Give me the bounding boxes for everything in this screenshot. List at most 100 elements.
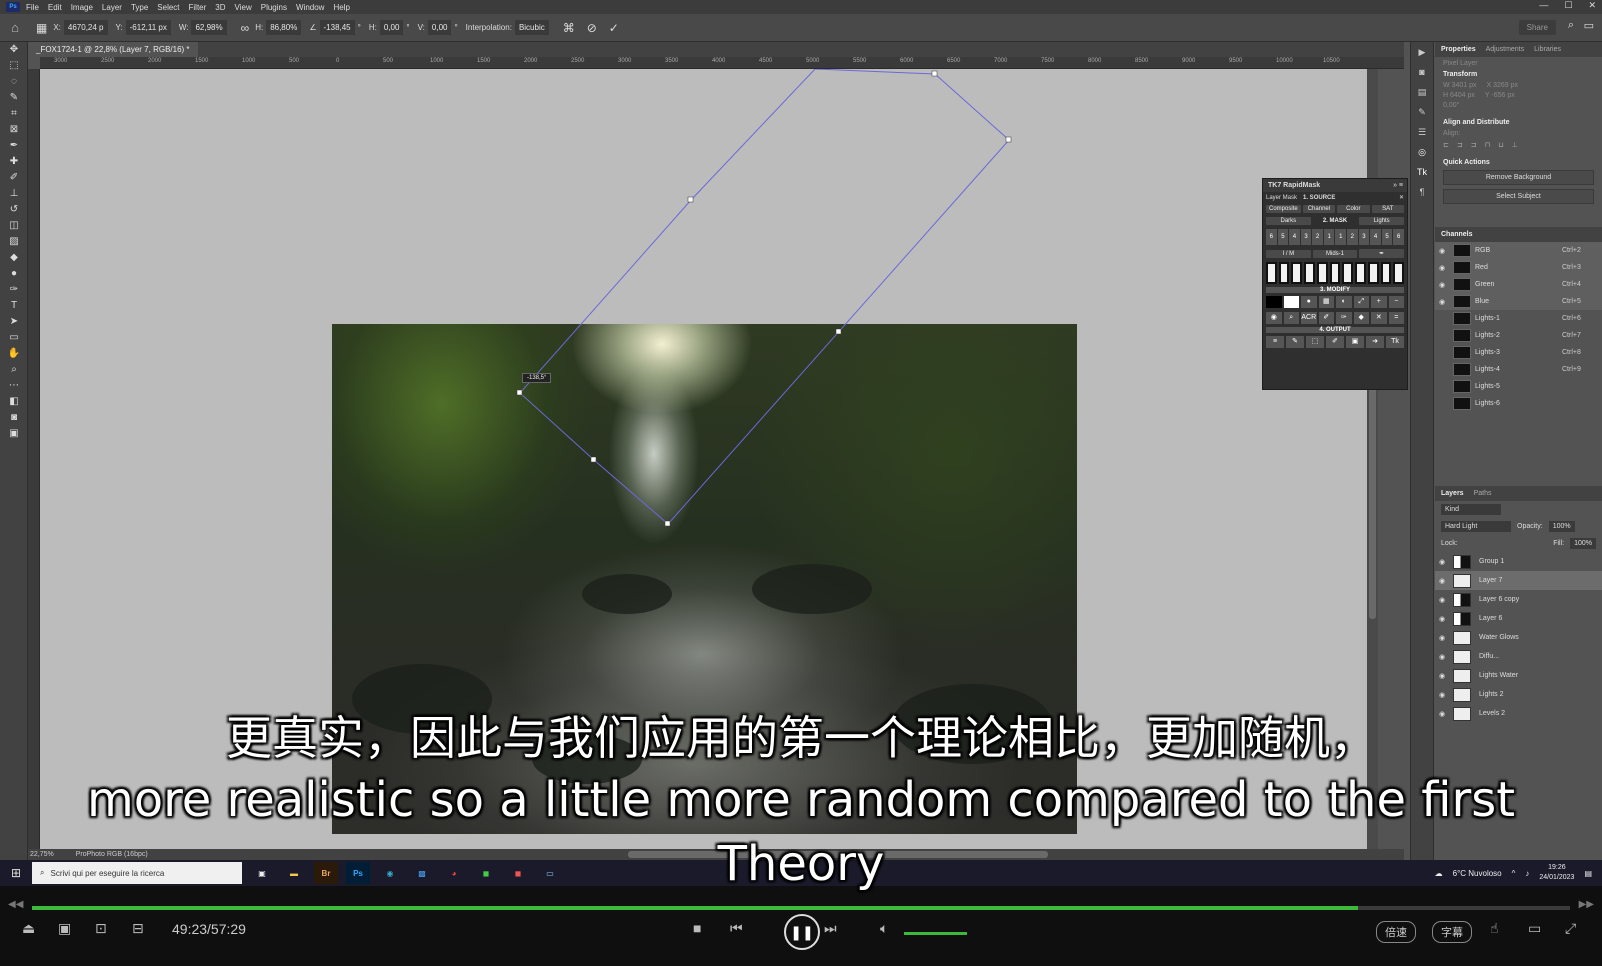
layer-row[interactable]: ◉ Levels 2 — [1435, 704, 1602, 723]
prop-angle[interactable]: 0,00° — [1443, 102, 1594, 109]
link-icon[interactable]: ∞ — [241, 21, 250, 35]
volume-slider[interactable] — [904, 932, 967, 935]
opacity-input[interactable]: 100% — [1548, 521, 1575, 532]
mask-key[interactable] — [1329, 262, 1341, 284]
prop-x[interactable]: X 3269 px — [1486, 82, 1518, 89]
align-bottom-icon[interactable]: ⊥ — [1512, 141, 1518, 149]
paint-icon[interactable]: ✐ — [1326, 336, 1344, 348]
stop-icon[interactable]: ■ — [693, 920, 701, 936]
channel-row[interactable]: Lights-1 Ctrl+6 — [1435, 310, 1602, 327]
tab-layers[interactable]: Layers — [1441, 486, 1464, 501]
dodge-tool-icon[interactable]: ● — [0, 266, 28, 282]
brush-settings-icon[interactable]: ✎ — [1411, 102, 1433, 122]
channel-row[interactable]: Lights-2 Ctrl+7 — [1435, 327, 1602, 344]
lum-cell[interactable]: 4 — [1289, 229, 1300, 245]
plugin-icon[interactable]: ◎ — [1411, 142, 1433, 162]
channel-row[interactable]: ◉ RGB Ctrl+2 — [1435, 242, 1602, 259]
blur-tool-icon[interactable]: ◆ — [0, 250, 28, 266]
mask-key[interactable] — [1393, 262, 1405, 284]
tab-properties[interactable]: Properties — [1441, 42, 1476, 57]
plus-icon[interactable]: + — [1371, 296, 1387, 308]
transform-handle[interactable] — [931, 70, 938, 77]
document-tab[interactable]: _FOX1724-1 @ 22,8% (Layer 7, RGB/16) * — [28, 42, 198, 57]
align-top-icon[interactable]: ⊓ — [1485, 141, 1490, 149]
volume-icon[interactable]: ♪ — [1525, 869, 1529, 878]
y-input[interactable]: -612,11 px — [125, 20, 171, 35]
photoshop-app-icon[interactable]: Ps — [346, 862, 370, 884]
black-swatch-icon[interactable] — [1266, 296, 1282, 308]
screen-app-icon[interactable]: ▭ — [538, 862, 562, 884]
align-right-icon[interactable]: ⊐ — [1471, 141, 1477, 149]
panel-menu-icon[interactable]: » ≡ — [1393, 179, 1403, 192]
align-heading[interactable]: Align and Distribute — [1443, 119, 1594, 126]
mask-key[interactable] — [1304, 262, 1315, 284]
mask-key[interactable] — [1316, 262, 1328, 284]
menu-plugins[interactable]: Plugins — [261, 3, 287, 12]
fill-input[interactable]: 100% — [1570, 538, 1596, 549]
layer-row[interactable]: ◉ Layer 6 copy — [1435, 590, 1602, 609]
lum-cell[interactable]: 2 — [1347, 229, 1358, 245]
layer-row[interactable]: ◉ Water Glows — [1435, 628, 1602, 647]
next-icon[interactable]: ⏭ — [824, 920, 837, 937]
stamp-tool-icon[interactable]: ⊥ — [0, 186, 28, 202]
visibility-eye-icon[interactable]: ◉ — [1439, 653, 1451, 661]
zoom-icon[interactable]: ⌕ — [1283, 312, 1299, 324]
search-icon[interactable]: ⌕ — [1568, 19, 1574, 32]
mids-button[interactable]: Mids-1 — [1312, 249, 1358, 258]
move-tool-icon[interactable]: ✥ — [0, 42, 28, 58]
x-input[interactable]: 4670,24 p — [63, 20, 108, 35]
visibility-eye-icon[interactable]: ◉ — [1439, 672, 1451, 680]
menu-view[interactable]: View — [235, 3, 252, 12]
darks-button[interactable]: Darks — [1266, 217, 1311, 225]
lum-cell[interactable]: 3 — [1358, 229, 1370, 245]
layer-filter-select[interactable]: Kind — [1441, 504, 1501, 515]
crop-tool-icon[interactable]: ⌗ — [0, 106, 28, 122]
screenshot-icon[interactable]: ⊡ — [95, 920, 107, 937]
windows-start-icon[interactable]: ⊞ — [0, 866, 32, 880]
quick-select-tool-icon[interactable]: ✎ — [0, 90, 28, 106]
menu-file[interactable]: File — [26, 3, 39, 12]
home-icon[interactable]: ⌂ — [0, 20, 30, 35]
quick-actions-heading[interactable]: Quick Actions — [1443, 159, 1594, 166]
layer-row[interactable]: ◉ Layer 7 — [1435, 571, 1602, 590]
type-tool-icon[interactable]: T — [0, 298, 28, 314]
hskew-input[interactable]: 0,00 — [379, 20, 404, 35]
interpolation-select[interactable]: Bicubic — [514, 20, 549, 35]
transform-heading[interactable]: Transform — [1443, 71, 1594, 78]
prop-y[interactable]: Y -656 px — [1485, 92, 1515, 99]
task-view-icon[interactable]: ▣ — [250, 862, 274, 884]
transform-handle[interactable] — [687, 196, 694, 203]
hand-tool-icon[interactable]: ✋ — [0, 346, 28, 362]
vskew-input[interactable]: 0,00 — [427, 20, 452, 35]
white-swatch-icon[interactable] — [1283, 296, 1299, 308]
speed-button[interactable]: 倍速 — [1376, 921, 1416, 943]
lum-cell[interactable]: 6 — [1266, 229, 1277, 245]
tk-logo-icon[interactable]: Tk — [1386, 336, 1404, 348]
visibility-eye-icon[interactable]: ◉ — [1439, 558, 1451, 566]
channel-row[interactable]: Lights-5 — [1435, 378, 1602, 395]
minus-icon[interactable]: − — [1388, 296, 1404, 308]
close-icon[interactable]: ✕ — [1399, 194, 1404, 201]
visibility-eye-icon[interactable]: ◉ — [1439, 634, 1451, 642]
mask-key[interactable] — [1342, 262, 1354, 284]
pen-tool-icon[interactable]: ✑ — [0, 282, 28, 298]
x-icon[interactable]: ✕ — [1371, 312, 1387, 324]
clock[interactable]: 19:26 24/01/2023 — [1539, 863, 1574, 883]
quick-mask-icon[interactable]: ◙ — [0, 410, 28, 426]
color-button[interactable]: Color — [1337, 205, 1370, 213]
menu-image[interactable]: Image — [71, 3, 93, 12]
layer-row[interactable]: ◉ Diffu... — [1435, 647, 1602, 666]
prop-w[interactable]: W 3401 px — [1443, 82, 1476, 89]
menu-icon[interactable]: ≡ — [1266, 336, 1284, 348]
equals-icon[interactable]: = — [1388, 312, 1404, 324]
close-icon[interactable]: ✕ — [1588, 0, 1596, 11]
forward-edge-icon[interactable]: ▶▶ — [1579, 899, 1594, 910]
fullscreen-icon[interactable]: ⤢ — [1565, 920, 1576, 937]
bridge-app-icon[interactable]: Br — [314, 862, 338, 884]
lum-cell[interactable]: 5 — [1381, 229, 1393, 245]
maximize-icon[interactable]: ☐ — [1564, 0, 1572, 11]
visibility-eye-icon[interactable]: ◉ — [1439, 596, 1451, 604]
layer-row[interactable]: ◉ Group 1 — [1435, 552, 1602, 571]
grid-icon[interactable]: ▦ — [1318, 296, 1334, 308]
brush-icon[interactable]: ✐ — [1318, 312, 1334, 324]
